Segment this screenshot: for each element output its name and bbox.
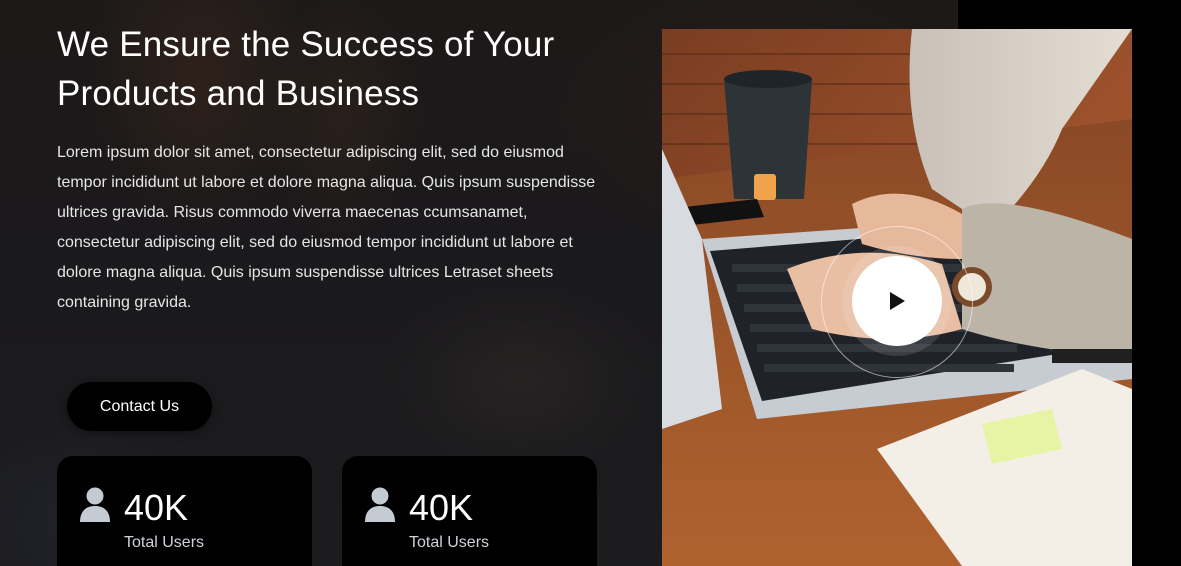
user-icon: [80, 487, 110, 522]
user-icon: [365, 487, 395, 522]
play-icon: [890, 292, 905, 310]
stat-value: 40K: [124, 487, 189, 528]
stat-label: Total Users: [124, 534, 205, 551]
stat-card: 40K Total Users: [342, 456, 597, 566]
stat-value: 40K: [409, 487, 474, 528]
hero-title: We Ensure the Success of Your Products a…: [57, 20, 617, 118]
hero-title-line-1: We Ensure the Success of Your: [57, 25, 555, 64]
hero-title-line-2: Products and Business: [57, 74, 420, 113]
hero-description: Lorem ipsum dolor sit amet, consectetur …: [57, 144, 596, 311]
contact-us-button[interactable]: Contact Us: [67, 382, 212, 431]
stat-card: 40K Total Users: [57, 456, 312, 566]
play-video-button[interactable]: [852, 256, 942, 346]
stat-label: Total Users: [409, 534, 490, 551]
